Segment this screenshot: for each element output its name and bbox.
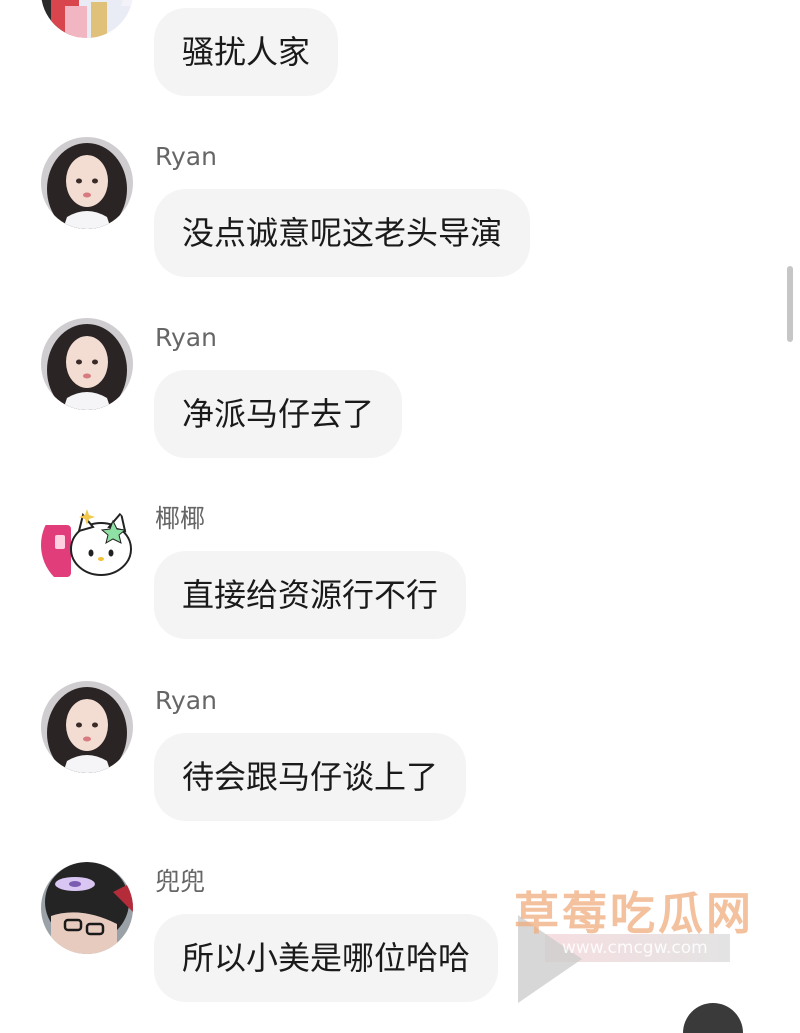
avatar-icon[interactable] [41, 318, 133, 410]
message-bubble[interactable]: 直接给资源行不行 [154, 551, 467, 639]
message-bubble[interactable]: 待会跟马仔谈上了 [154, 733, 467, 821]
message-row: Ryan 没点诚意呢这老头导演 [0, 137, 800, 307]
sender-name: Ryan [155, 686, 217, 715]
sender-name: 椰椰 [155, 504, 206, 533]
hello-kitty-avatar-icon[interactable] [41, 499, 133, 591]
message-bubble[interactable]: 没点诚意呢这老头导演 [154, 189, 531, 277]
message-row: Ryan 待会跟马仔谈上了 [0, 681, 800, 851]
message-bubble[interactable]: 净派马仔去了 [154, 370, 403, 458]
chat-message-list[interactable]: 骚扰人家 Ryan 没点诚意呢这老头导演 Ryan 净派马仔去了 椰椰 直接给资… [0, 0, 800, 1015]
message-bubble[interactable]: 所以小美是哪位哈哈 [154, 914, 499, 1002]
scrollbar[interactable] [787, 266, 793, 342]
message-row: 骚扰人家 [0, 0, 800, 96]
avatar-icon[interactable] [41, 0, 133, 38]
message-row: Ryan 净派马仔去了 [0, 318, 800, 488]
watermark-url: www.cmcgw.com [562, 938, 708, 958]
watermark-title: 草莓吃瓜网 [514, 887, 755, 940]
message-bubble[interactable]: 骚扰人家 [154, 8, 339, 96]
avatar-icon[interactable] [41, 681, 133, 773]
sender-name: Ryan [155, 142, 217, 171]
sender-name: 兜兜 [155, 867, 206, 896]
sender-name: Ryan [155, 323, 217, 352]
avatar-icon[interactable] [41, 862, 133, 954]
message-row: 椰椰 直接给资源行不行 [0, 499, 800, 669]
avatar-icon[interactable] [41, 137, 133, 229]
